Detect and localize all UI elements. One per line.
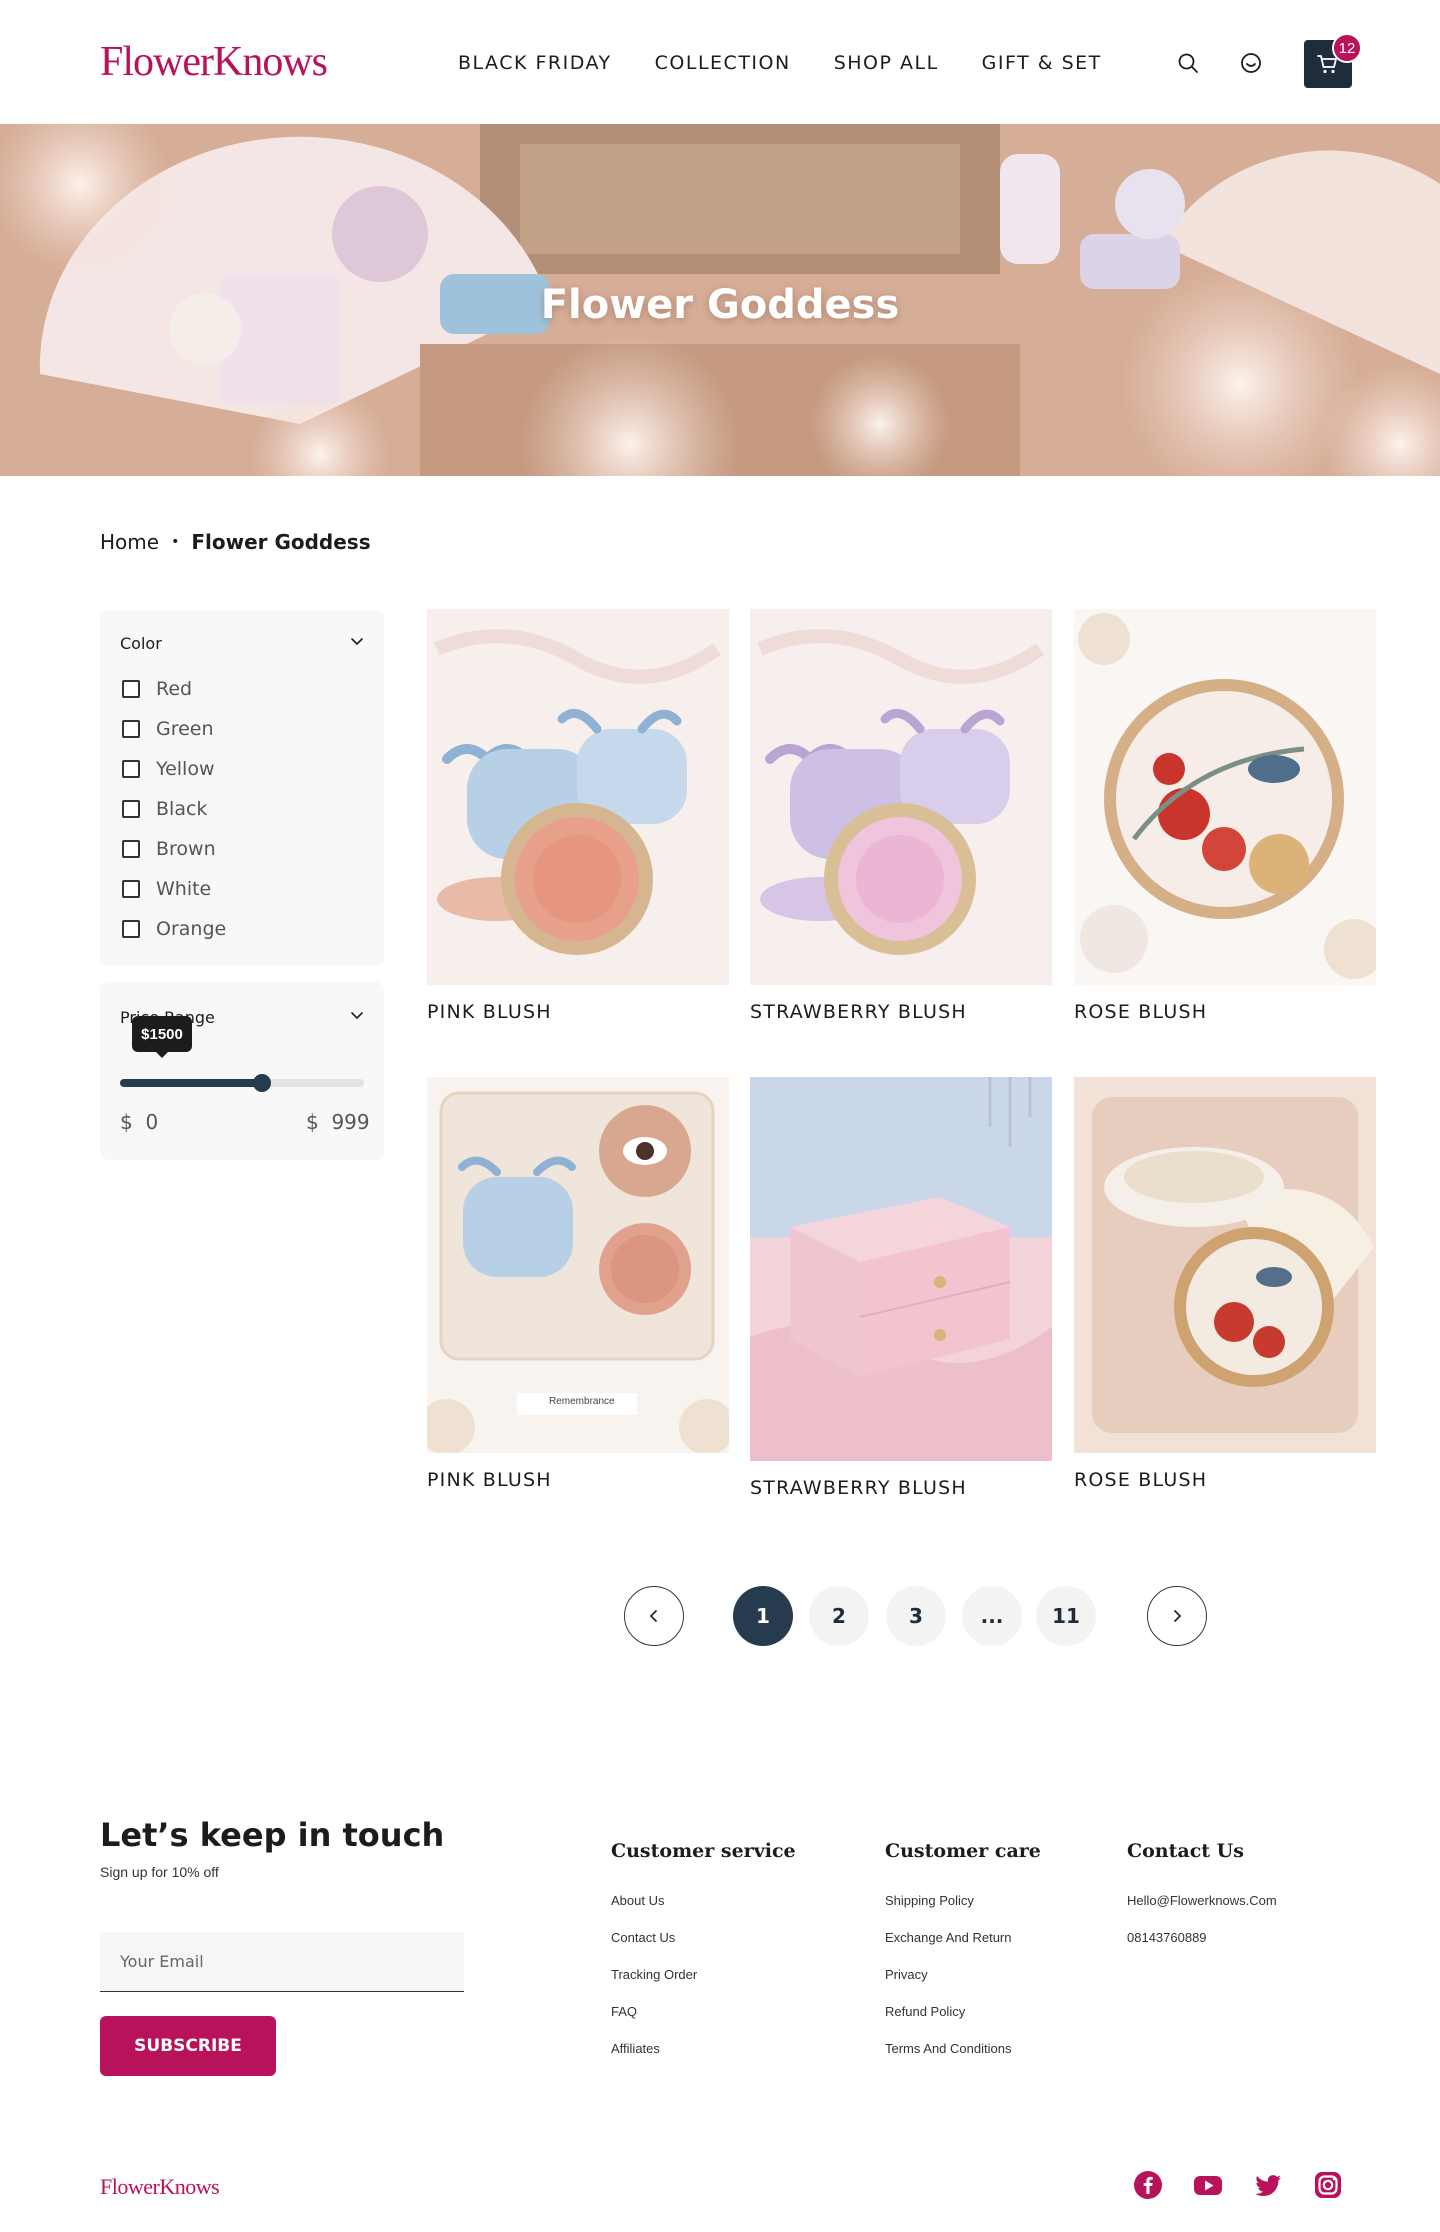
footer-col-title-contact: Contact Us: [1127, 1840, 1244, 1862]
checkbox[interactable]: [122, 880, 140, 898]
price-tooltip: $1500: [132, 1016, 192, 1058]
pagination-prev[interactable]: [624, 1586, 684, 1646]
product-name[interactable]: PINK BLUSH: [427, 1001, 552, 1023]
product-image[interactable]: [427, 609, 729, 985]
pagination-page[interactable]: 11: [1036, 1586, 1096, 1646]
breadcrumb: Home • Flower Goddess: [100, 530, 371, 554]
color-filter-title: Color: [120, 634, 162, 653]
breadcrumb-current: Flower Goddess: [191, 530, 371, 554]
footer-contact-phone[interactable]: 08143760889: [1127, 1930, 1207, 1945]
product-name[interactable]: STRAWBERRY BLUSH: [750, 1477, 967, 1499]
product-image[interactable]: [750, 1077, 1052, 1461]
nav-black-friday[interactable]: BLACK FRIDAY: [458, 52, 612, 74]
newsletter-subtitle: Sign up for 10% off: [100, 1864, 219, 1880]
footer-link[interactable]: Terms And Conditions: [885, 2041, 1011, 2056]
product-card[interactable]: STRAWBERRY BLUSH: [750, 609, 1052, 1029]
product-image[interactable]: [750, 609, 1052, 985]
product-name[interactable]: STRAWBERRY BLUSH: [750, 1001, 967, 1023]
product-name[interactable]: ROSE BLUSH: [1074, 1469, 1207, 1491]
footer-link[interactable]: Contact Us: [611, 1930, 675, 1945]
subscribe-button[interactable]: SUBSCRIBE: [100, 2016, 276, 2076]
product-card[interactable]: ROSE BLUSH: [1074, 609, 1376, 1029]
site-header: FlowerKnows BLACK FRIDAY COLLECTION SHOP…: [0, 0, 1440, 124]
checkbox[interactable]: [122, 840, 140, 858]
color-option-white[interactable]: White: [122, 878, 211, 900]
cart-count-badge: 12: [1332, 33, 1362, 63]
footer-link[interactable]: FAQ: [611, 2004, 637, 2019]
nav-gift-set[interactable]: GIFT & SET: [982, 52, 1102, 74]
color-option-black[interactable]: Black: [122, 798, 207, 820]
pagination-ellipsis: ...: [962, 1586, 1022, 1646]
twitter-icon[interactable]: [1253, 2170, 1283, 2200]
footer-col-title-customer-care: Customer care: [885, 1840, 1041, 1862]
product-card[interactable]: STRAWBERRY BLUSH: [750, 1077, 1052, 1499]
chevron-left-icon: [649, 1610, 657, 1622]
price-slider-fill: [120, 1079, 262, 1087]
footer-link[interactable]: Refund Policy: [885, 2004, 965, 2019]
chevron-down-icon[interactable]: [350, 1008, 364, 1022]
product-image[interactable]: [1074, 609, 1376, 985]
pagination-next[interactable]: [1147, 1586, 1207, 1646]
footer-contact-email[interactable]: Hello@Flowerknows.Com: [1127, 1893, 1277, 1908]
checkbox[interactable]: [122, 720, 140, 738]
product-image[interactable]: [1074, 1077, 1376, 1453]
breadcrumb-separator: •: [171, 534, 180, 550]
facebook-icon[interactable]: [1133, 2170, 1163, 2200]
checkbox[interactable]: [122, 920, 140, 938]
chevron-down-icon[interactable]: [350, 634, 364, 648]
color-option-brown[interactable]: Brown: [122, 838, 216, 860]
color-option-orange[interactable]: Orange: [122, 918, 226, 940]
product-image[interactable]: Remembrance: [427, 1077, 729, 1453]
pagination-page[interactable]: 3: [886, 1586, 946, 1646]
nav-collection[interactable]: COLLECTION: [655, 52, 791, 74]
product-image-caption: Remembrance: [549, 1396, 615, 1407]
price-slider-handle[interactable]: [252, 1074, 271, 1092]
nav-shop-all[interactable]: SHOP ALL: [834, 52, 939, 74]
footer-link[interactable]: Exchange And Return: [885, 1930, 1011, 1945]
price-slider[interactable]: [120, 1074, 364, 1092]
price-max: $ 999: [306, 1110, 370, 1134]
pagination-page[interactable]: 1: [733, 1586, 793, 1646]
brand-logo[interactable]: FlowerKnows: [100, 38, 328, 86]
footer-link[interactable]: Privacy: [885, 1967, 928, 1982]
footer-col-title-customer-service: Customer service: [611, 1840, 796, 1862]
checkbox[interactable]: [122, 800, 140, 818]
chevron-right-icon: [1174, 1610, 1182, 1622]
color-option-green[interactable]: Green: [122, 718, 214, 740]
product-name[interactable]: PINK BLUSH: [427, 1469, 552, 1491]
color-filter-panel: Color Red Green Yellow Black Brown White…: [100, 610, 384, 966]
footer-link[interactable]: Shipping Policy: [885, 1893, 974, 1908]
footer-link[interactable]: Tracking Order: [611, 1967, 697, 1982]
email-field[interactable]: [100, 1932, 464, 1992]
hero-banner: Flower Goddess: [0, 124, 1440, 476]
breadcrumb-home[interactable]: Home: [100, 530, 159, 554]
main-nav: BLACK FRIDAY COLLECTION SHOP ALL GIFT & …: [458, 52, 1102, 74]
newsletter-title: Let’s keep in touch: [100, 1816, 445, 1854]
youtube-icon[interactable]: [1193, 2170, 1223, 2200]
footer-link[interactable]: Affiliates: [611, 2041, 660, 2056]
instagram-icon[interactable]: [1313, 2170, 1343, 2200]
search-icon[interactable]: [1173, 48, 1203, 78]
product-card[interactable]: Remembrance PINK BLUSH: [427, 1077, 729, 1497]
hero-title: Flower Goddess: [540, 282, 900, 328]
footer-link[interactable]: About Us: [611, 1893, 664, 1908]
pagination-page[interactable]: 2: [809, 1586, 869, 1646]
price-min: $ 0: [120, 1110, 159, 1134]
footer-logo[interactable]: FlowerKnows: [100, 2174, 220, 2200]
product-card[interactable]: PINK BLUSH: [427, 609, 729, 1029]
color-option-yellow[interactable]: Yellow: [122, 758, 215, 780]
product-name[interactable]: ROSE BLUSH: [1074, 1001, 1207, 1023]
checkbox[interactable]: [122, 680, 140, 698]
user-icon[interactable]: [1236, 48, 1266, 78]
checkbox[interactable]: [122, 760, 140, 778]
product-card[interactable]: ROSE BLUSH: [1074, 1077, 1376, 1497]
color-option-red[interactable]: Red: [122, 678, 192, 700]
